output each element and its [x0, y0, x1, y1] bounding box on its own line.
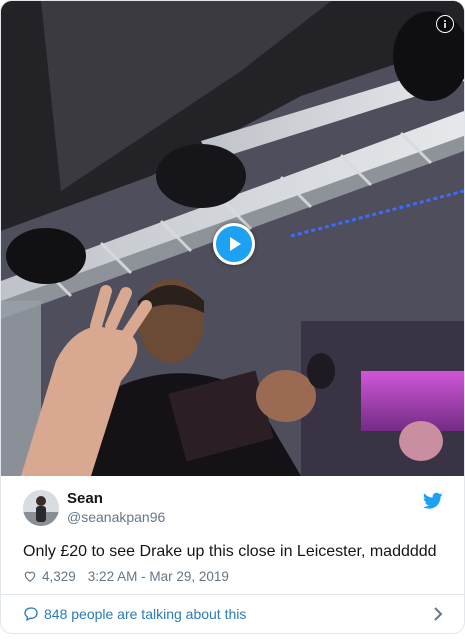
chevron-right-icon[interactable] [433, 607, 443, 621]
talking-about-label[interactable]: 848 people are talking about this [44, 606, 246, 622]
play-icon [230, 237, 241, 251]
tweet-timestamp[interactable]: 3:22 AM - Mar 29, 2019 [88, 569, 229, 584]
talking-about-link[interactable]: 848 people are talking about this [23, 604, 443, 624]
tweet-text: Only £20 to see Drake up this close in L… [23, 543, 437, 560]
author-handle[interactable]: @seanakpan96 [67, 509, 165, 525]
heart-icon[interactable] [23, 569, 37, 583]
video-thumbnail[interactable] [1, 1, 464, 476]
tweet-meta: 4,329 3:22 AM - Mar 29, 2019 [23, 567, 229, 585]
like-count[interactable]: 4,329 [42, 569, 76, 584]
play-button[interactable] [213, 223, 255, 265]
author-display-name[interactable]: Sean [67, 490, 103, 507]
embedded-tweet-card: Sean @seanakpan96 Only £20 to see Drake … [0, 0, 465, 634]
twitter-bird-icon[interactable] [423, 492, 443, 510]
info-icon [444, 20, 446, 28]
avatar-image [23, 490, 59, 526]
tweet-author[interactable]: Sean @seanakpan96 [23, 488, 443, 528]
speech-bubble-icon [24, 607, 38, 622]
info-button[interactable] [436, 15, 454, 33]
divider [1, 594, 464, 595]
avatar[interactable] [23, 490, 59, 526]
